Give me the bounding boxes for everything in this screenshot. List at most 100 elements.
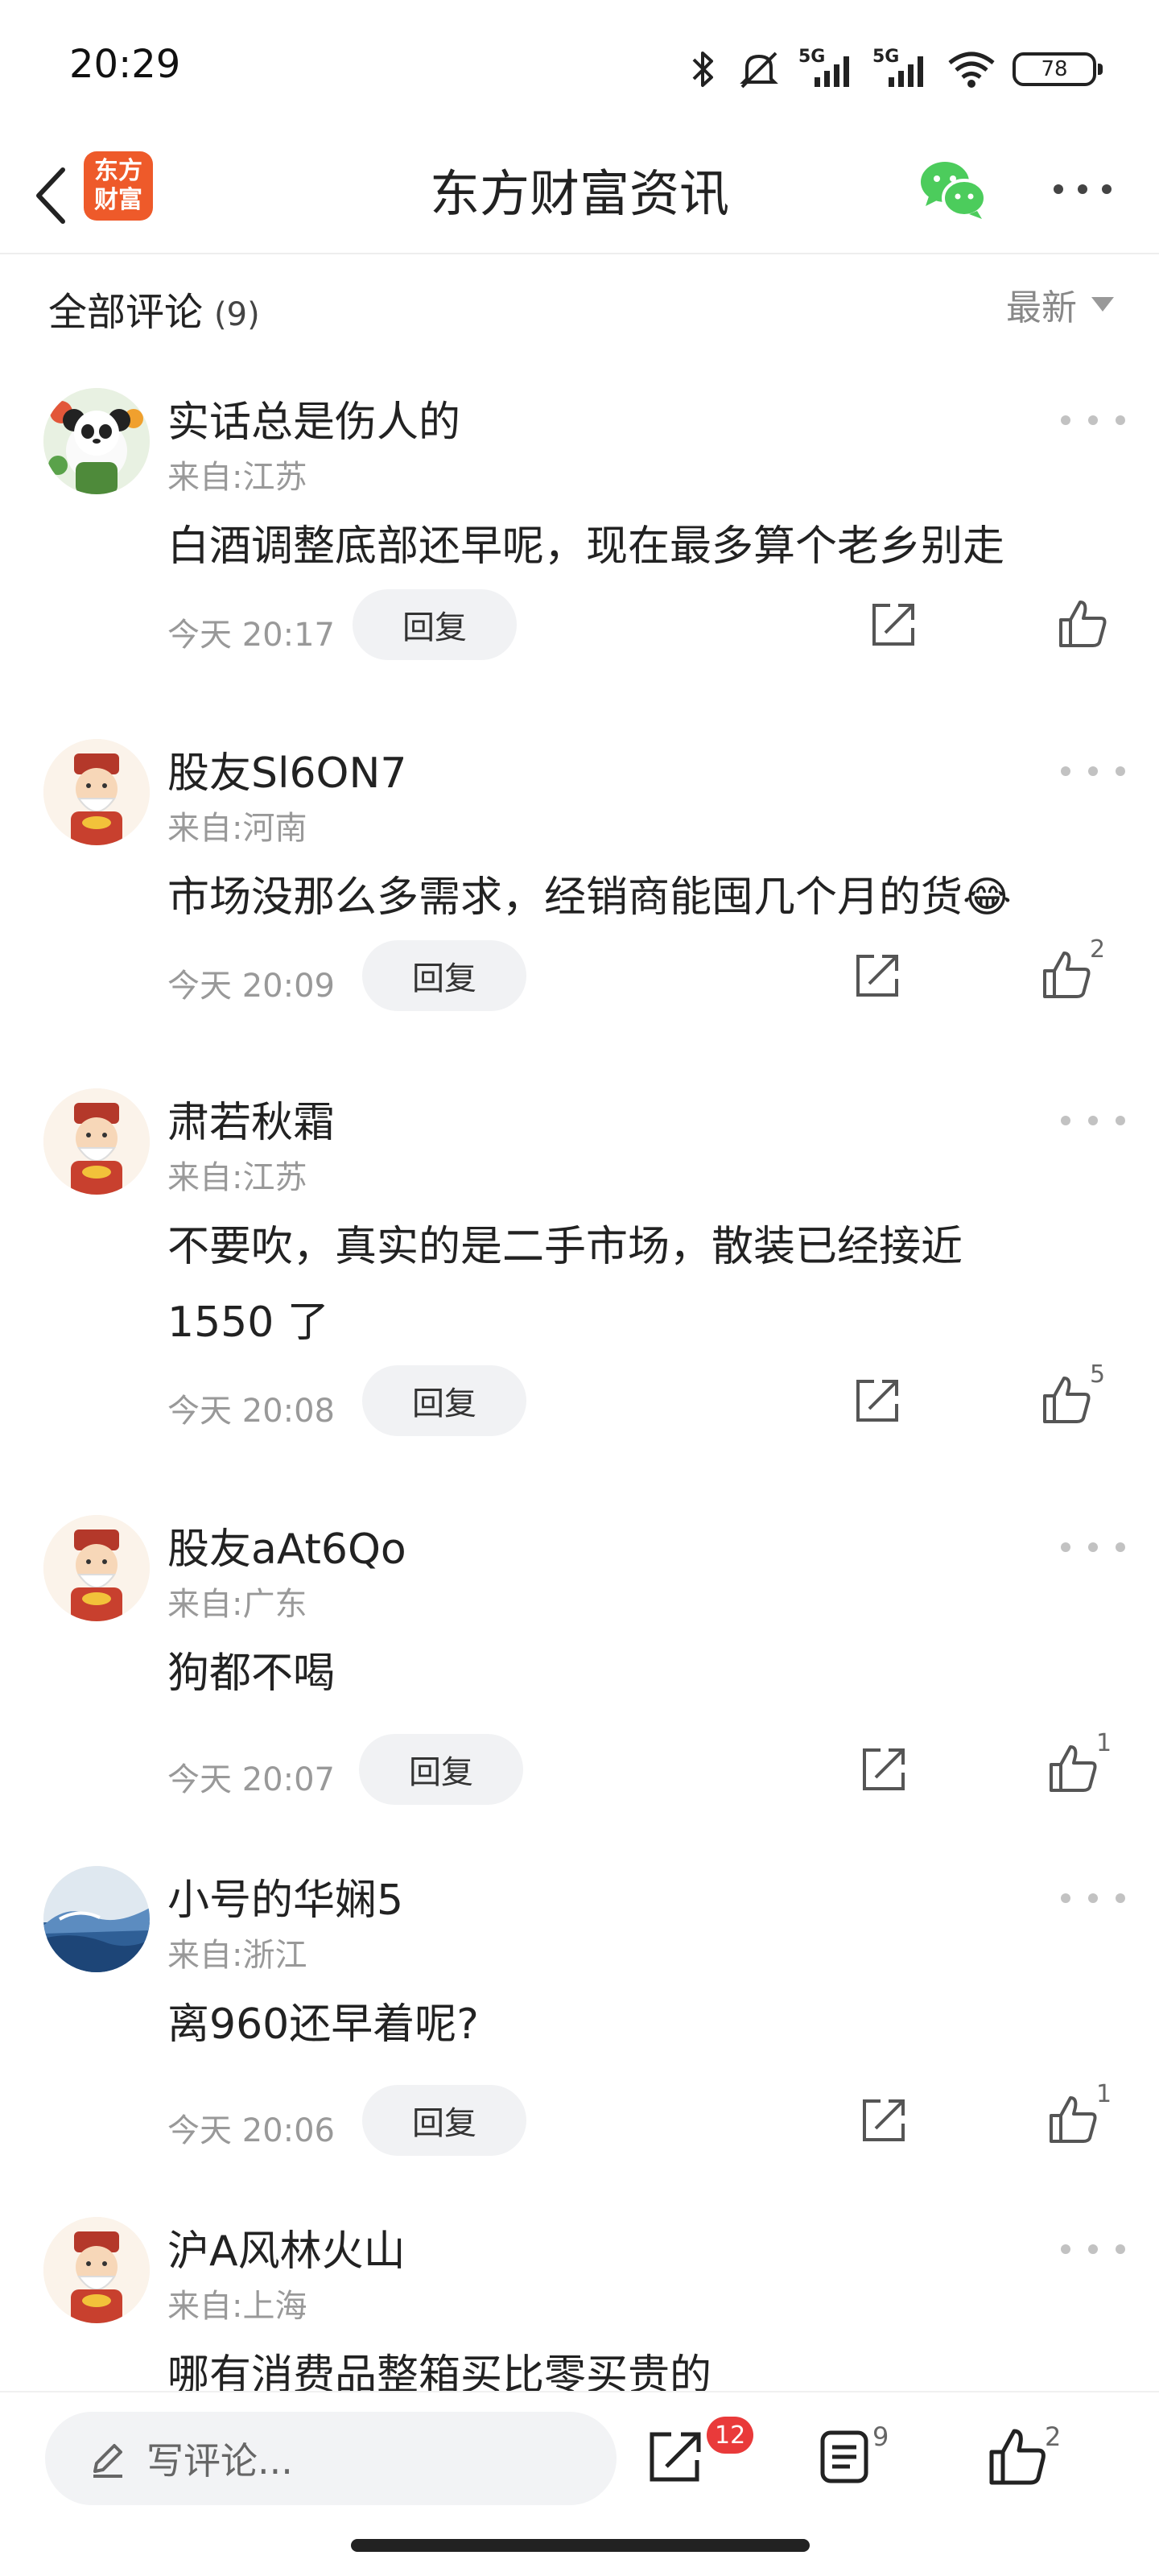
write-comment-input[interactable]: 写评论... bbox=[45, 2412, 617, 2505]
comment-item: 实话总是伤人的 来自:江苏 白酒调整底部还早呢，现在最多算个老乡别走 今天 20… bbox=[0, 388, 1159, 678]
dot bbox=[1116, 2244, 1125, 2254]
comment-more-button[interactable] bbox=[1061, 2233, 1125, 2265]
reply-button[interactable]: 回复 bbox=[362, 1365, 526, 1436]
comment-item: 肃若秋霜 来自:江苏 不要吹，真实的是二手市场，散装已经接近1550 了 今天 … bbox=[0, 1088, 1159, 1443]
fortune-god-avatar-icon bbox=[43, 1088, 150, 1195]
fortune-god-avatar-icon bbox=[43, 739, 150, 845]
reply-button[interactable]: 回复 bbox=[362, 940, 526, 1011]
back-arrow-icon bbox=[36, 167, 65, 224]
comment-username[interactable]: 肃若秋霜 bbox=[167, 1088, 335, 1149]
comment-more-button[interactable] bbox=[1061, 1104, 1125, 1137]
wechat-icon bbox=[921, 162, 987, 219]
share-button[interactable] bbox=[866, 597, 921, 652]
all-comments-label: 全部评论 bbox=[48, 290, 204, 335]
like-button[interactable] bbox=[1045, 1740, 1101, 1797]
comment-location: 来自:浙江 bbox=[167, 1937, 307, 1974]
dot bbox=[1061, 1116, 1070, 1125]
comments-count: 9 bbox=[872, 2421, 889, 2452]
signal-icon bbox=[815, 56, 849, 87]
comment-username[interactable]: 实话总是伤人的 bbox=[167, 388, 460, 448]
dot bbox=[1061, 2244, 1070, 2254]
dot bbox=[1088, 415, 1098, 425]
share-button[interactable] bbox=[856, 1742, 911, 1797]
logo-text-1: 东方 bbox=[94, 157, 142, 185]
title-bar: 东方 财富 东方财富资讯 bbox=[0, 137, 1159, 254]
comment-text: 市场没那么多需求，经销商能囤几个月的货😂 bbox=[167, 873, 1012, 922]
pencil-icon bbox=[93, 2444, 122, 2478]
sort-dropdown[interactable]: 最新 bbox=[1006, 279, 1114, 330]
signal-group-2: 5G bbox=[872, 47, 930, 92]
comment-time: 今天 20:17 bbox=[167, 617, 335, 654]
comment-username[interactable]: 股友aAt6Qo bbox=[167, 1515, 406, 1575]
reply-button[interactable]: 回复 bbox=[362, 2085, 526, 2156]
share-button[interactable] bbox=[850, 948, 905, 1003]
like-count: 2 bbox=[1045, 2421, 1062, 2452]
more-button[interactable] bbox=[1046, 161, 1119, 217]
comment-item: 股友Sl6ON7 来自:河南 市场没那么多需求，经销商能囤几个月的货😂 今天 2… bbox=[0, 739, 1159, 1029]
share-icon bbox=[650, 2432, 701, 2482]
page-title: 东方财富资讯 bbox=[429, 164, 729, 223]
write-comment-placeholder: 写评论... bbox=[146, 2439, 293, 2483]
share-article-button[interactable] bbox=[644, 2425, 708, 2489]
battery-level: 78 bbox=[1041, 57, 1068, 81]
like-count: 1 bbox=[1096, 1729, 1112, 1757]
dot bbox=[1088, 2244, 1098, 2254]
comment-time: 今天 20:07 bbox=[167, 1761, 335, 1798]
dot bbox=[1088, 1893, 1098, 1903]
like-button[interactable] bbox=[1054, 596, 1111, 652]
comment-username[interactable]: 沪A风林火山 bbox=[167, 2217, 406, 2277]
like-button[interactable] bbox=[1045, 2091, 1101, 2148]
like-count: 5 bbox=[1090, 1360, 1106, 1389]
comment-time: 今天 20:09 bbox=[167, 968, 335, 1005]
share-button[interactable] bbox=[856, 2093, 911, 2148]
comment-location: 来自:河南 bbox=[167, 810, 307, 847]
comments-button[interactable] bbox=[813, 2425, 877, 2489]
avatar[interactable] bbox=[43, 739, 150, 845]
like-button[interactable] bbox=[1038, 1372, 1095, 1428]
app-logo: 东方 财富 bbox=[84, 151, 153, 221]
like-count: 1 bbox=[1096, 2080, 1112, 2108]
dot bbox=[1061, 415, 1070, 425]
fortune-god-avatar-icon bbox=[43, 1515, 150, 1621]
reply-button[interactable]: 回复 bbox=[353, 589, 517, 660]
dot bbox=[1116, 415, 1125, 425]
avatar[interactable] bbox=[43, 1088, 150, 1195]
home-indicator bbox=[351, 2539, 810, 2552]
avatar[interactable] bbox=[43, 1866, 150, 1972]
thumbs-up-icon bbox=[989, 2429, 1046, 2485]
avatar[interactable] bbox=[43, 1515, 150, 1621]
like-article-button[interactable] bbox=[985, 2425, 1050, 2489]
comment-more-button[interactable] bbox=[1061, 1882, 1125, 1914]
comment-username[interactable]: 小号的华娴5 bbox=[167, 1866, 403, 1926]
avatar[interactable] bbox=[43, 2217, 150, 2323]
comment-item: 股友aAt6Qo 来自:广东 狗都不喝 今天 20:07 回复 1 bbox=[0, 1515, 1159, 1805]
comment-time: 今天 20:06 bbox=[167, 2112, 335, 2149]
comment-actions: 今天 20:06 回复 1 bbox=[0, 2080, 1159, 2162]
like-button[interactable] bbox=[1038, 947, 1095, 1003]
comment-location: 来自:上海 bbox=[167, 2288, 307, 2325]
status-bar: 20:29 5G 5G 78 bbox=[0, 0, 1159, 137]
comment-more-button[interactable] bbox=[1061, 1531, 1125, 1563]
dot bbox=[1116, 1542, 1125, 1552]
comment-more-button[interactable] bbox=[1061, 404, 1125, 436]
comment-more-button[interactable] bbox=[1061, 755, 1125, 787]
dot bbox=[1088, 1542, 1098, 1552]
dot bbox=[1116, 1116, 1125, 1125]
comment-time: 今天 20:08 bbox=[167, 1393, 335, 1430]
dot bbox=[1088, 1116, 1098, 1125]
share-button[interactable] bbox=[850, 1373, 905, 1428]
reply-button[interactable]: 回复 bbox=[359, 1734, 523, 1805]
comment-location: 来自:广东 bbox=[167, 1586, 307, 1623]
thumbs-up-icon bbox=[1043, 1377, 1091, 1423]
comment-username[interactable]: 股友Sl6ON7 bbox=[167, 739, 406, 799]
avatar[interactable] bbox=[43, 388, 150, 494]
back-button[interactable] bbox=[23, 159, 79, 232]
thumbs-up-icon bbox=[1050, 2096, 1097, 2143]
wechat-share-button[interactable] bbox=[918, 153, 990, 225]
comment-actions: 今天 20:09 回复 2 bbox=[0, 935, 1159, 1018]
share-icon bbox=[872, 604, 914, 646]
dot bbox=[1088, 766, 1098, 776]
share-icon bbox=[863, 1748, 905, 1790]
sort-label: 最新 bbox=[1006, 287, 1077, 328]
signal-icon bbox=[889, 56, 923, 87]
